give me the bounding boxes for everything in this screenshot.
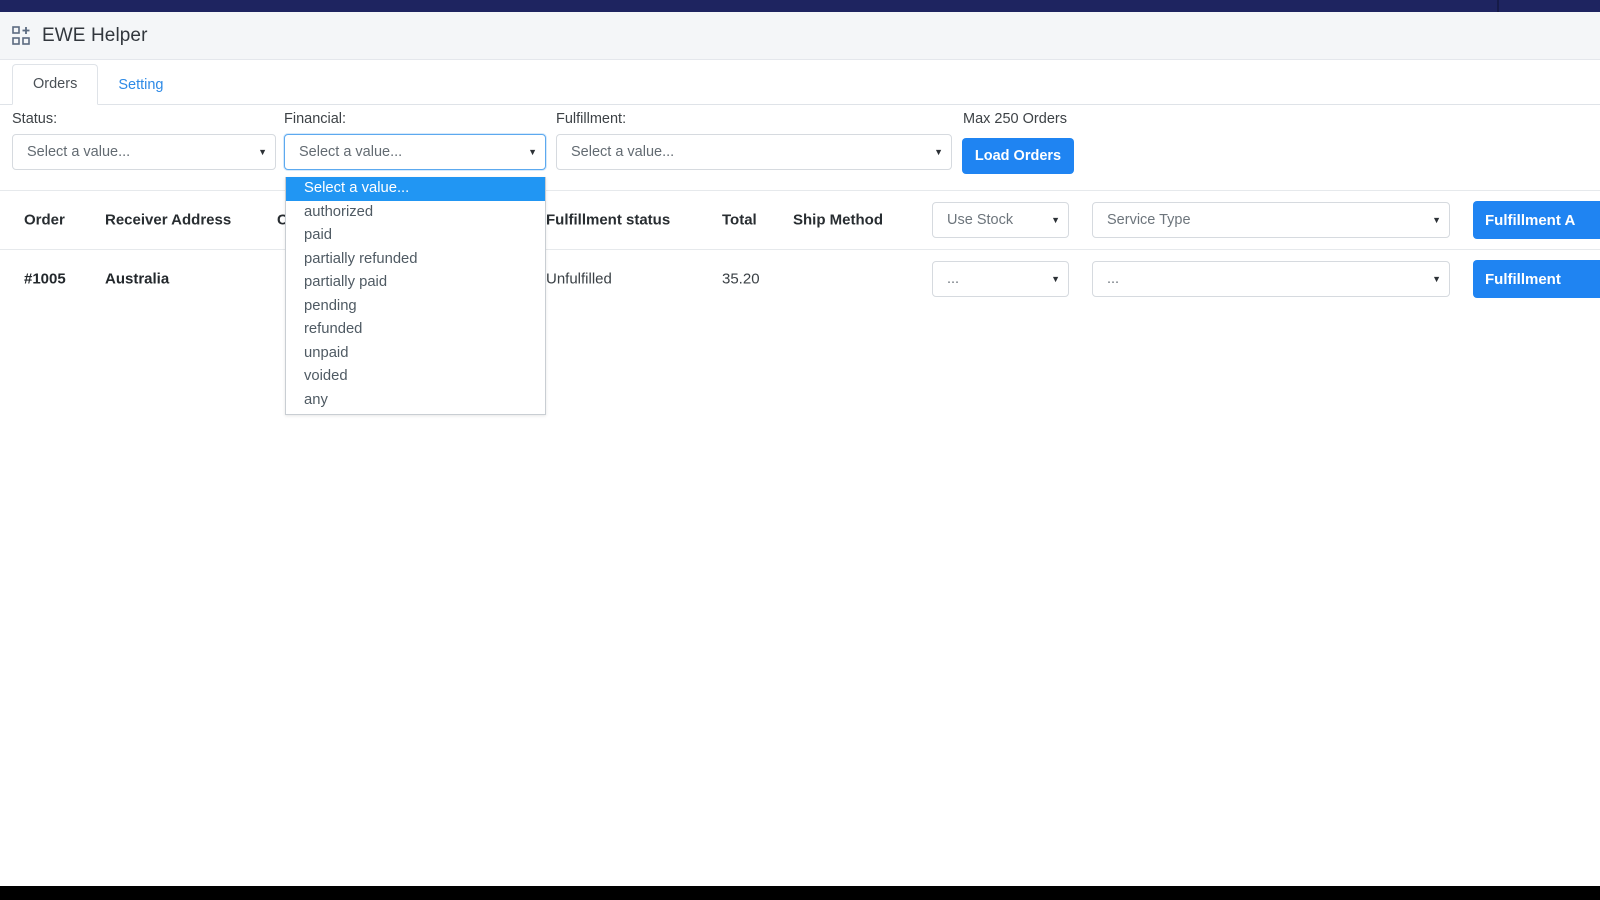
- chevron-down-icon: ▼: [258, 146, 267, 157]
- header-service-type-value: Service Type: [1107, 212, 1191, 228]
- financial-option[interactable]: Select a value...: [286, 177, 545, 201]
- row-fulfillment-button[interactable]: Fulfillment: [1473, 260, 1600, 298]
- financial-option[interactable]: any: [286, 389, 545, 413]
- financial-option[interactable]: paid: [286, 224, 545, 248]
- financial-option[interactable]: pending: [286, 295, 545, 319]
- row-service-type-value: ...: [1107, 271, 1120, 287]
- fulfillment-all-button[interactable]: Fulfillment A: [1473, 201, 1600, 239]
- financial-option[interactable]: refunded: [286, 318, 545, 342]
- column-header-total: Total: [722, 211, 757, 229]
- cell-fulfillment-status: Unfulfilled: [546, 270, 612, 288]
- financial-option[interactable]: voided: [286, 365, 545, 389]
- row-use-stock-value: ...: [947, 271, 960, 287]
- app-title: EWE Helper: [42, 24, 148, 46]
- cell-receiver-address: Australia: [105, 270, 170, 288]
- max-orders-label: Max 250 Orders: [963, 111, 1067, 127]
- table-header-row: Order Receiver Address C Fulfillment sta…: [0, 190, 1600, 249]
- financial-select[interactable]: Select a value... ▼: [284, 134, 546, 170]
- filter-financial: Financial: Select a value... ▼: [284, 111, 546, 170]
- filter-status: Status: Select a value... ▼: [12, 111, 276, 170]
- financial-option[interactable]: partially paid: [286, 271, 545, 295]
- filter-fulfillment: Fulfillment: Select a value... ▼: [556, 111, 952, 170]
- chevron-down-icon: ▼: [1051, 273, 1060, 284]
- tab-setting[interactable]: Setting: [98, 66, 183, 105]
- financial-label: Financial:: [284, 111, 347, 127]
- column-header-order: Order: [24, 211, 65, 229]
- cell-order: #1005: [24, 270, 66, 288]
- status-select[interactable]: Select a value... ▼: [12, 134, 276, 170]
- financial-option[interactable]: authorized: [286, 201, 545, 225]
- grid-add-icon: [12, 25, 30, 45]
- row-use-stock-select[interactable]: ... ▼: [932, 261, 1069, 297]
- column-header-receiver-address: Receiver Address: [105, 211, 232, 229]
- financial-select-value: Select a value...: [299, 144, 403, 160]
- status-label: Status:: [12, 111, 58, 127]
- header-use-stock-value: Use Stock: [947, 212, 1014, 228]
- bottom-status-bar: [0, 886, 1600, 900]
- header-service-type-select[interactable]: Service Type ▼: [1092, 202, 1450, 238]
- financial-dropdown-list[interactable]: Select a value... authorized paid partially…: [285, 177, 546, 415]
- load-orders-button[interactable]: Load Orders: [962, 138, 1074, 174]
- app-header: EWE Helper: [0, 12, 1600, 60]
- chevron-down-icon: ▼: [934, 146, 943, 157]
- chevron-down-icon: ▼: [1051, 214, 1060, 225]
- row-service-type-select[interactable]: ... ▼: [1092, 261, 1450, 297]
- financial-option[interactable]: partially refunded: [286, 248, 545, 272]
- financial-option[interactable]: unpaid: [286, 342, 545, 366]
- chevron-down-icon: ▼: [528, 146, 537, 157]
- fulfillment-label: Fulfillment:: [556, 111, 627, 127]
- fulfillment-select[interactable]: Select a value... ▼: [556, 134, 952, 170]
- chevron-down-icon: ▼: [1432, 273, 1441, 284]
- column-header-ship-method: Ship Method: [793, 211, 883, 229]
- filter-bar: Status: Select a value... ▼ Financial: S…: [0, 105, 1600, 190]
- tab-orders[interactable]: Orders: [12, 64, 99, 105]
- chrome-bar-divider: [1497, 0, 1499, 12]
- status-select-value: Select a value...: [27, 144, 131, 160]
- chevron-down-icon: ▼: [1432, 214, 1441, 225]
- cell-total: 35.20: [722, 270, 760, 288]
- column-header-fulfillment-status: Fulfillment status: [546, 211, 671, 229]
- table-row: #1005 Australia Unfulfilled 35.20 ... ▼ …: [0, 249, 1600, 308]
- header-use-stock-select[interactable]: Use Stock ▼: [932, 202, 1069, 238]
- fulfillment-select-value: Select a value...: [571, 144, 675, 160]
- orders-table: Order Receiver Address C Fulfillment sta…: [0, 190, 1600, 308]
- tab-bar: Orders Setting: [0, 60, 1600, 105]
- browser-chrome-bar: [0, 0, 1600, 12]
